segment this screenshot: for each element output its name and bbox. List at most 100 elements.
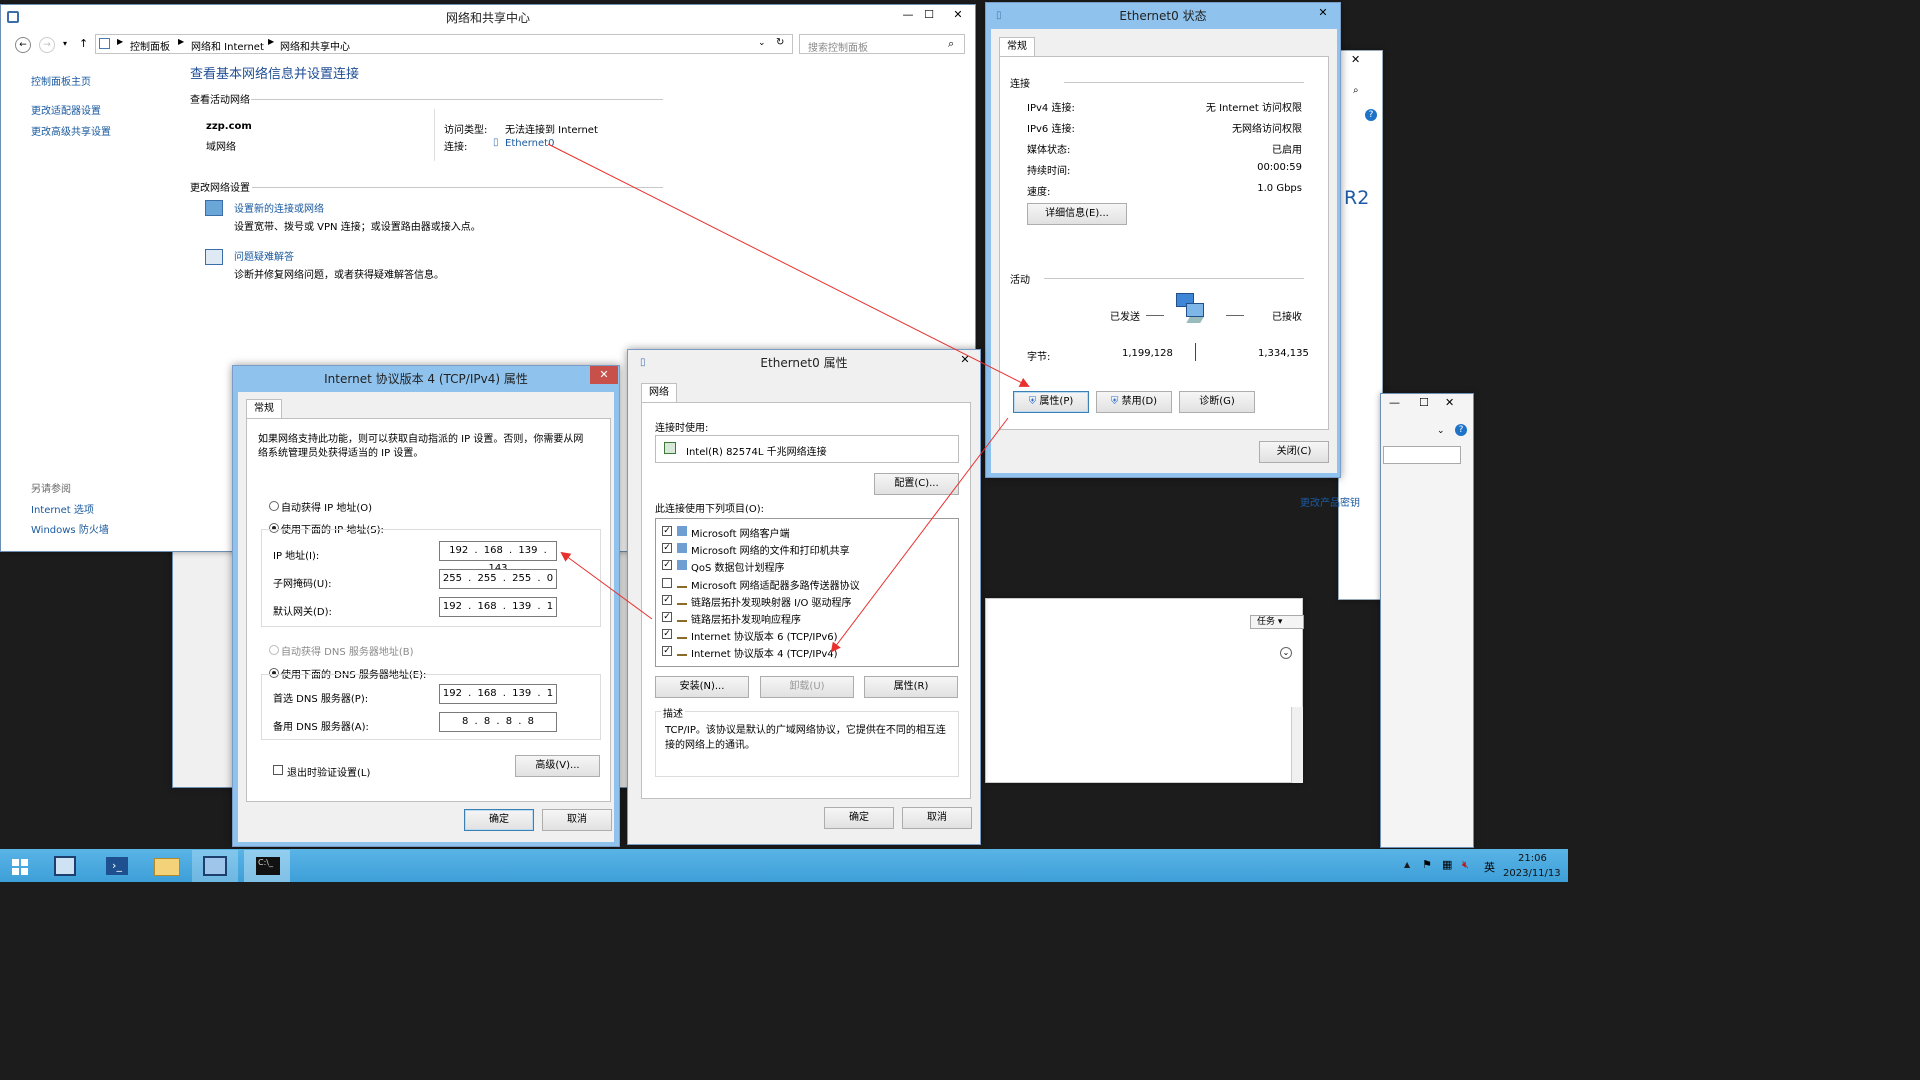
sent-line (1146, 315, 1164, 316)
auto-dns-label[interactable]: 自动获得 DNS 服务器地址(B) (281, 643, 414, 658)
close-icon[interactable]: ✕ (941, 5, 975, 25)
maximize-icon[interactable]: ☐ (915, 5, 943, 25)
ime-indicator[interactable]: 英 (1484, 859, 1495, 875)
item-checkbox[interactable]: ✓ (662, 612, 672, 622)
list-item[interactable]: ✓ Internet 协议版本 4 (TCP/IPv4) (656, 643, 958, 660)
item-properties-button[interactable]: 属性(R) (864, 676, 958, 698)
chevron-down-icon[interactable]: ⌄ (1437, 426, 1445, 436)
configure-button[interactable]: 配置(C)... (874, 473, 959, 495)
start-button[interactable] (0, 850, 40, 882)
recent-chevron-icon[interactable]: ▾ (63, 39, 67, 48)
refresh-icon[interactable]: ↻ (776, 37, 784, 48)
item-checkbox[interactable]: ✓ (662, 594, 672, 605)
details-button[interactable]: 详细信息(E)... (1027, 203, 1127, 225)
properties-button[interactable]: ⛨ 属性(P) (1013, 391, 1089, 413)
list-item[interactable]: Microsoft 网络适配器多路传送器协议 (656, 575, 958, 592)
background-search-icon[interactable]: ⌕ (1353, 85, 1359, 96)
close-icon[interactable]: ✕ (590, 366, 618, 384)
see-also-internet-options[interactable]: Internet 选项 (31, 501, 94, 516)
ethernet0-link[interactable]: Ethernet0 (505, 138, 554, 149)
scrollbar[interactable] (1291, 707, 1303, 783)
server-icon (54, 856, 76, 876)
item-checkbox[interactable]: ✓ (662, 560, 672, 571)
address-dropdown-icon[interactable]: ⌄ (758, 38, 766, 48)
explorer-taskbar-icon[interactable] (144, 850, 190, 882)
list-item[interactable]: ✓ Microsoft 网络的文件和打印机共享 (656, 540, 958, 557)
tab-general[interactable]: 常规 (246, 399, 282, 419)
alternate-dns-field[interactable]: 8 . 8 . 8 . 8 (439, 712, 557, 732)
item-checkbox[interactable]: ✓ (662, 629, 672, 640)
network-tray-icon[interactable]: ▦ (1442, 858, 1452, 871)
cancel-button[interactable]: 取消 (902, 807, 972, 829)
sidebar-item-control-panel-home[interactable]: 控制面板主页 (31, 73, 91, 88)
auto-ip-label[interactable]: 自动获得 IP 地址(O) (281, 499, 372, 514)
search-box[interactable] (1383, 446, 1461, 464)
background-close-icon[interactable]: ✕ (1351, 53, 1360, 66)
action-center-flag-icon[interactable]: ⚑ (1422, 858, 1432, 871)
disable-button[interactable]: ⛨ 禁用(D) (1096, 391, 1172, 413)
address-bar[interactable]: ▶ 控制面板 ▶ 网络和 Internet ▶ 网络和共享中心 ⌄ ↻ (95, 34, 793, 54)
gateway-field[interactable]: 192 . 168 . 139 . 1 (439, 597, 557, 617)
validate-checkbox[interactable] (273, 765, 283, 775)
tasks-dropdown[interactable]: 任务 ▾ (1250, 615, 1304, 629)
volume-muted-icon[interactable]: 🔇︎ (1462, 858, 1469, 872)
ip-address-field[interactable]: 192 . 168 . 139 . 143 (439, 541, 557, 574)
breadcrumb-sharing-center[interactable]: 网络和共享中心 (280, 38, 350, 53)
cmd-taskbar-icon[interactable]: C:\_ (244, 850, 290, 882)
item-checkbox[interactable]: ✓ (662, 646, 672, 657)
back-button[interactable]: ← (15, 37, 31, 53)
expand-icon[interactable]: ⌄ (1280, 647, 1292, 659)
diagnose-button[interactable]: 诊断(G) (1179, 391, 1255, 413)
product-key-link[interactable]: 更改产品密钥 (1300, 494, 1360, 509)
breadcrumb-control-panel[interactable]: 控制面板 (130, 38, 170, 53)
search-input[interactable]: 搜索控制面板 ⌕ (799, 34, 965, 54)
see-also-windows-firewall[interactable]: Windows 防火墙 (31, 521, 109, 536)
install-button[interactable]: 安装(N)... (655, 676, 749, 698)
close-icon[interactable]: ✕ (1308, 3, 1338, 23)
validate-label[interactable]: 退出时验证设置(L) (287, 764, 370, 779)
list-item[interactable]: ✓ Internet 协议版本 6 (TCP/IPv6) (656, 626, 958, 643)
help-icon[interactable]: ? (1365, 109, 1377, 121)
ok-button[interactable]: 确定 (464, 809, 534, 831)
minimize-icon[interactable]: — (1389, 396, 1400, 409)
item-checkbox[interactable]: ✓ (662, 543, 672, 554)
status-row-value: 无网络访问权限 (1232, 124, 1302, 135)
help-icon[interactable]: ? (1455, 424, 1467, 436)
tab-general[interactable]: 常规 (999, 37, 1035, 57)
clock-date[interactable]: 2023/11/13 (1503, 868, 1561, 879)
tab-network[interactable]: 网络 (641, 383, 677, 403)
item-checkbox[interactable]: ✓ (662, 526, 672, 536)
close-icon[interactable]: ✕ (952, 350, 978, 370)
forward-button[interactable]: → (39, 37, 55, 53)
tray-overflow-icon[interactable]: ▲ (1404, 860, 1410, 869)
new-connection-link[interactable]: 设置新的连接或网络 (234, 200, 324, 215)
component-icon (677, 543, 687, 554)
powershell-taskbar-icon[interactable]: ›_ (94, 850, 140, 882)
search-icon[interactable]: ⌕ (948, 37, 954, 51)
breadcrumb-network-internet[interactable]: 网络和 Internet (191, 38, 264, 53)
troubleshoot-link[interactable]: 问题疑难解答 (234, 248, 294, 263)
status-row-value: 00:00:59 (1257, 162, 1302, 173)
list-item[interactable]: ✓ 链路层拓扑发现响应程序 (656, 609, 958, 626)
close-button[interactable]: 关闭(C) (1259, 441, 1329, 463)
list-item[interactable]: ✓ QoS 数据包计划程序 (656, 557, 958, 574)
item-checkbox[interactable] (662, 577, 672, 588)
sidebar-item-advanced-sharing[interactable]: 更改高级共享设置 (31, 123, 111, 138)
list-item[interactable]: ✓ Microsoft 网络客户端 (656, 523, 958, 540)
sidebar-item-adapter-settings[interactable]: 更改适配器设置 (31, 102, 101, 117)
auto-ip-radio[interactable] (269, 501, 279, 511)
preferred-dns-field[interactable]: 192 . 168 . 139 . 1 (439, 684, 557, 704)
cancel-button[interactable]: 取消 (542, 809, 612, 831)
advanced-button[interactable]: 高级(V)... (515, 755, 600, 777)
clock-time[interactable]: 21:06 (1518, 853, 1547, 864)
server-manager-taskbar-icon[interactable] (42, 850, 88, 882)
ok-button[interactable]: 确定 (824, 807, 894, 829)
subnet-mask-field[interactable]: 255 . 255 . 255 . 0 (439, 569, 557, 589)
control-panel-taskbar-icon[interactable] (192, 850, 238, 882)
maximize-icon[interactable]: ☐ (1419, 396, 1429, 409)
close-icon[interactable]: ✕ (1445, 396, 1454, 409)
up-button[interactable]: ↑ (79, 37, 88, 50)
list-item[interactable]: ✓ 链路层拓扑发现映射器 I/O 驱动程序 (656, 592, 958, 609)
uninstall-button[interactable]: 卸载(U) (760, 676, 854, 698)
auto-dns-radio[interactable] (269, 645, 279, 655)
